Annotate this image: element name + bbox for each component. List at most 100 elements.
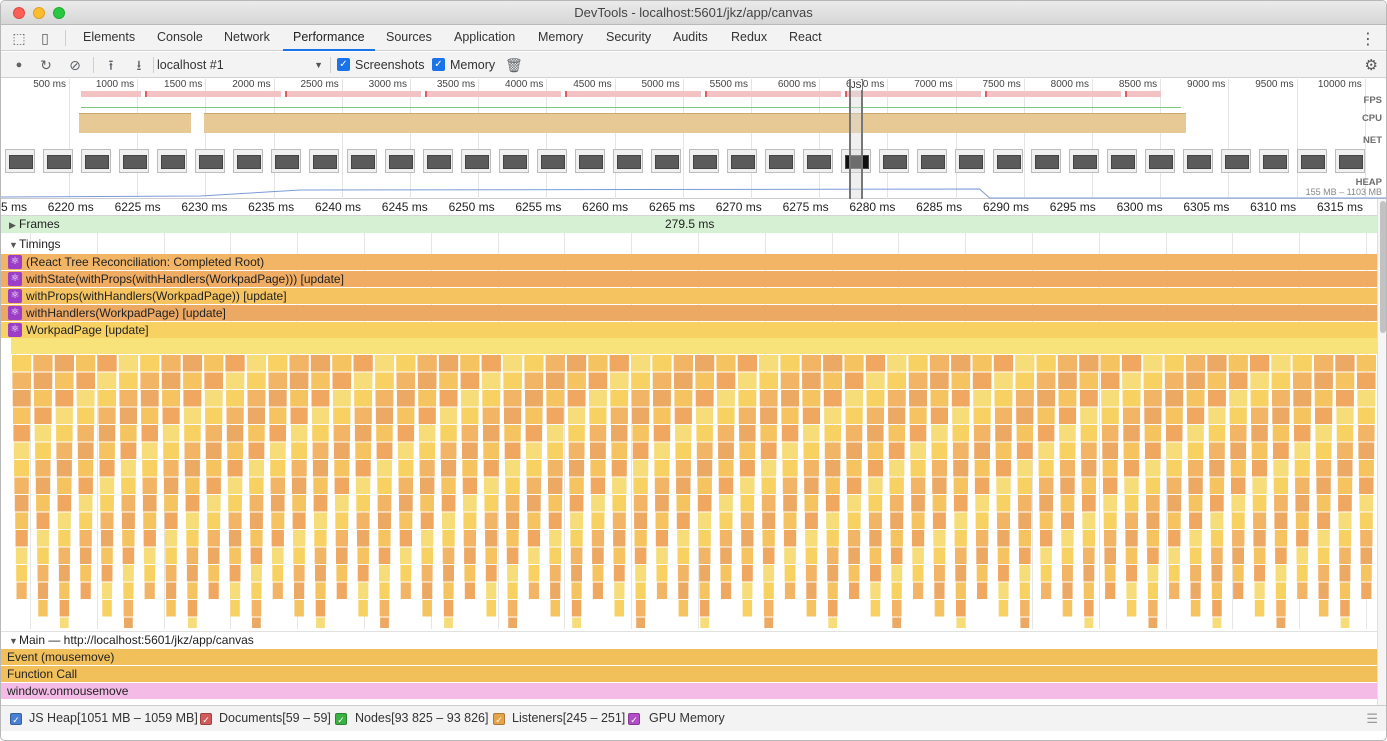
- flame-call-block[interactable]: [355, 460, 371, 477]
- flame-call-block[interactable]: [140, 390, 159, 407]
- flame-call-block[interactable]: [696, 442, 713, 460]
- flame-call-block[interactable]: [185, 495, 200, 512]
- timing-row[interactable]: ⚛ withHandlers(WorkpadPage) [update]: [1, 305, 1377, 321]
- flame-call-block[interactable]: [162, 407, 180, 425]
- flame-call-block[interactable]: [332, 355, 352, 372]
- flame-call-block[interactable]: [592, 582, 603, 600]
- flame-call-block[interactable]: [1018, 512, 1032, 530]
- flame-call-block[interactable]: [720, 565, 732, 582]
- flame-call-block[interactable]: [54, 355, 74, 372]
- flame-call-block[interactable]: [741, 530, 754, 547]
- flame-call-block[interactable]: [14, 460, 30, 477]
- flame-call-block[interactable]: [1188, 460, 1204, 477]
- flame-call-block[interactable]: [784, 565, 796, 582]
- flame-call-block[interactable]: [782, 460, 798, 477]
- flame-call-block[interactable]: [1358, 442, 1375, 460]
- main-thread-event[interactable]: window.onmousemove: [1, 683, 1377, 699]
- flame-call-block[interactable]: [14, 495, 29, 512]
- flame-call-block[interactable]: [162, 390, 180, 407]
- flame-call-block[interactable]: [1082, 530, 1095, 547]
- flame-call-block[interactable]: [460, 372, 480, 390]
- flame-call-block[interactable]: [934, 565, 945, 582]
- flame-call-block[interactable]: [507, 565, 518, 582]
- flame-call-block[interactable]: [762, 512, 776, 530]
- flame-call-block[interactable]: [912, 565, 924, 582]
- flame-call-block[interactable]: [142, 460, 158, 477]
- flame-call-block[interactable]: [782, 477, 798, 495]
- flame-call-block[interactable]: [251, 600, 262, 617]
- flame-call-block[interactable]: [272, 565, 284, 582]
- flame-call-block[interactable]: [228, 530, 242, 547]
- flame-call-block[interactable]: [336, 565, 348, 582]
- flame-call-block[interactable]: [568, 442, 585, 460]
- flame-call-block[interactable]: [121, 512, 135, 530]
- flame-call-block[interactable]: [802, 407, 820, 425]
- flame-call-block[interactable]: [737, 355, 757, 372]
- screenshot-thumbnail[interactable]: [689, 149, 719, 173]
- flame-call-block[interactable]: [1250, 372, 1269, 390]
- flame-call-block[interactable]: [505, 477, 520, 495]
- flame-call-block[interactable]: [272, 547, 284, 565]
- flame-call-block[interactable]: [976, 547, 988, 565]
- flame-call-block[interactable]: [375, 390, 394, 407]
- flame-call-block[interactable]: [912, 547, 924, 565]
- flame-call-block[interactable]: [974, 460, 990, 477]
- flame-call-block[interactable]: [97, 372, 117, 390]
- flame-call-block[interactable]: [1084, 617, 1094, 629]
- flame-call-block[interactable]: [422, 600, 432, 617]
- flame-call-block[interactable]: [1079, 372, 1099, 390]
- flame-call-block[interactable]: [354, 425, 372, 442]
- flame-call-block[interactable]: [1080, 425, 1098, 442]
- flame-call-block[interactable]: [934, 582, 945, 600]
- screenshot-thumbnail[interactable]: [1031, 149, 1061, 173]
- flame-call-block[interactable]: [1337, 460, 1353, 477]
- flame-call-block[interactable]: [58, 530, 71, 547]
- flame-call-block[interactable]: [993, 355, 1014, 372]
- flame-call-block[interactable]: [15, 512, 29, 530]
- flame-call-block[interactable]: [462, 442, 478, 460]
- clear-icon[interactable]: ⊘: [67, 57, 83, 73]
- flame-call-block[interactable]: [955, 565, 967, 582]
- legend-checkbox[interactable]: ✓: [628, 713, 640, 725]
- flame-call-block[interactable]: [1062, 600, 1073, 617]
- flame-call-block[interactable]: [784, 547, 796, 565]
- flame-call-block[interactable]: [908, 355, 928, 372]
- flame-call-block[interactable]: [290, 390, 309, 407]
- flame-call-block[interactable]: [545, 355, 565, 372]
- flame-call-block[interactable]: [892, 600, 902, 617]
- flame-call-block[interactable]: [870, 600, 881, 617]
- flame-call-block[interactable]: [205, 442, 222, 460]
- flame-call-block[interactable]: [676, 495, 691, 512]
- flame-call-block[interactable]: [1294, 460, 1310, 477]
- flame-call-block[interactable]: [249, 495, 264, 512]
- flame-call-block[interactable]: [738, 407, 756, 425]
- flame-call-block[interactable]: [719, 530, 733, 547]
- flame-call-block[interactable]: [589, 407, 607, 425]
- flame-call-block[interactable]: [249, 477, 264, 495]
- flame-call-block[interactable]: [248, 425, 265, 442]
- flame-chart[interactable]: [11, 338, 1377, 628]
- screenshot-thumbnail[interactable]: [1069, 149, 1099, 173]
- flame-call-block[interactable]: [868, 512, 882, 530]
- flame-call-block[interactable]: [1357, 372, 1376, 390]
- flame-call-block[interactable]: [1358, 425, 1375, 442]
- flame-call-block[interactable]: [568, 407, 586, 425]
- flame-call-block[interactable]: [1038, 442, 1055, 460]
- flame-call-block[interactable]: [34, 425, 52, 442]
- flame-call-block[interactable]: [102, 600, 112, 617]
- flame-call-block[interactable]: [355, 477, 371, 495]
- flame-call-block[interactable]: [229, 547, 241, 565]
- save-profile-icon[interactable]: ⭳: [131, 57, 147, 73]
- flame-call-block[interactable]: [891, 565, 903, 582]
- flame-call-block[interactable]: [313, 495, 328, 512]
- flame-call-block[interactable]: [846, 442, 862, 460]
- flame-call-block[interactable]: [1102, 460, 1118, 477]
- flame-call-block[interactable]: [781, 407, 799, 425]
- flame-call-block[interactable]: [77, 425, 94, 442]
- flame-call-block[interactable]: [1232, 565, 1244, 582]
- flame-call-block[interactable]: [442, 512, 455, 530]
- flame-call-block[interactable]: [591, 512, 605, 530]
- flame-call-block[interactable]: [1103, 477, 1118, 495]
- flame-call-block[interactable]: [186, 547, 199, 565]
- flame-call-block[interactable]: [1017, 460, 1033, 477]
